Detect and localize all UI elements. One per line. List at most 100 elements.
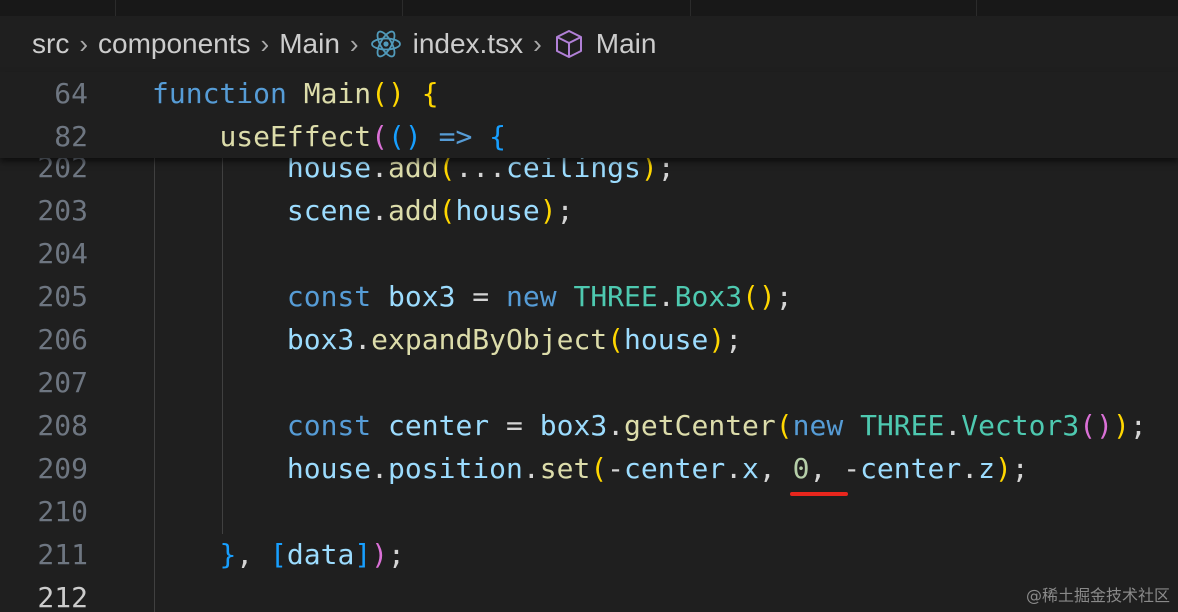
code-token: function <box>152 77 287 110</box>
tab-divider <box>402 0 403 16</box>
code-token: () <box>742 280 776 313</box>
tab-divider <box>976 0 977 16</box>
breadcrumb-item-file[interactable]: index.tsx <box>369 27 523 61</box>
breadcrumb-item-symbol[interactable]: Main <box>552 27 657 61</box>
code-token: , <box>758 452 793 485</box>
code-token: . <box>961 452 979 485</box>
line-number: 211 <box>37 538 88 571</box>
code-token: => <box>438 120 473 153</box>
code-text: house.position.set(-center.x, 0, -center… <box>152 447 1029 490</box>
line-number: 208 <box>37 409 88 442</box>
code-token: box3 <box>388 280 456 313</box>
code-token: , <box>236 538 271 571</box>
code-token: () <box>388 120 422 153</box>
code-text: function Main() { <box>152 72 439 115</box>
code-token: z <box>978 452 995 485</box>
code-token: ; <box>1129 409 1147 442</box>
breadcrumb-item-src[interactable]: src <box>32 28 69 60</box>
code-line[interactable]: 211 }, [data]); <box>0 533 1178 576</box>
line-number: 209 <box>37 452 88 485</box>
code-token: [ <box>270 538 287 571</box>
code-token: ; <box>1011 452 1029 485</box>
code-token: set <box>539 452 591 485</box>
code-token: position <box>388 452 523 485</box>
code-line[interactable]: 204 <box>0 232 1178 275</box>
cube-symbol-icon <box>552 27 586 61</box>
code-text: scene.add(house); <box>152 189 574 232</box>
chevron-right-icon: › <box>533 28 542 59</box>
line-number: 82 <box>54 120 88 153</box>
react-file-icon <box>369 27 403 61</box>
code-token: 0 <box>792 452 810 485</box>
code-token: . <box>522 452 540 485</box>
code-line[interactable]: 64 function Main() { <box>0 72 1178 115</box>
code-line[interactable]: 203 scene.add(house); <box>0 189 1178 232</box>
code-token: ) <box>539 194 557 227</box>
chevron-right-icon: › <box>79 28 88 59</box>
code-token: THREE <box>860 409 945 442</box>
code-token: . <box>725 452 743 485</box>
breadcrumb-item-components[interactable]: components <box>98 28 251 60</box>
code-token: ( <box>607 323 625 356</box>
code-token: ; <box>725 323 743 356</box>
code-token: center <box>624 452 726 485</box>
code-token: ( <box>590 452 608 485</box>
code-token: = <box>489 409 540 442</box>
code-token: new <box>506 280 557 313</box>
code-token: house <box>624 323 709 356</box>
code-token: . <box>371 194 389 227</box>
code-token: box3 <box>286 323 355 356</box>
code-token: const <box>286 409 372 442</box>
code-line[interactable]: 209 house.position.set(-center.x, 0, -ce… <box>0 447 1178 490</box>
code-token: new <box>792 409 844 442</box>
code-token: ( <box>371 120 389 153</box>
code-token: x <box>742 452 759 485</box>
code-token: expandByObject <box>371 323 608 356</box>
code-token: Vector3 <box>961 409 1080 442</box>
code-line[interactable]: 210 <box>0 490 1178 533</box>
code-token: () <box>1079 409 1113 442</box>
code-line[interactable]: 212 <box>0 576 1178 612</box>
editor-tab-strip <box>0 0 1178 16</box>
tab-divider <box>115 0 116 16</box>
code-token: ] <box>354 538 372 571</box>
code-line[interactable]: 206 box3.expandByObject(house); <box>0 318 1178 361</box>
code-token: useEffect <box>219 120 372 153</box>
code-token: { <box>489 120 507 153</box>
watermark: @稀土掘金技术社区 <box>1025 586 1170 605</box>
code-token: ) <box>708 323 726 356</box>
code-token: center <box>860 452 962 485</box>
code-token: . <box>944 409 962 442</box>
indent-guide <box>222 148 223 534</box>
code-token: { <box>421 77 439 110</box>
sticky-scroll-header[interactable]: 64 function Main() {82 useEffect(() => { <box>0 72 1178 158</box>
code-line[interactable]: 205 const box3 = new THREE.Box3(); <box>0 275 1178 318</box>
code-line[interactable]: 207 <box>0 361 1178 404</box>
code-token: ) <box>371 538 389 571</box>
indent-guide <box>154 148 155 612</box>
code-token: data <box>286 538 355 571</box>
code-token: . <box>657 280 675 313</box>
chevron-right-icon: › <box>349 28 359 59</box>
line-number: 206 <box>37 323 88 356</box>
code-token: ; <box>775 280 793 313</box>
chevron-right-icon: › <box>260 28 270 59</box>
code-token: box3 <box>539 409 608 442</box>
code-token: THREE <box>573 280 658 313</box>
code-token: () <box>371 77 405 110</box>
code-token: const <box>286 280 372 313</box>
line-number: 210 <box>37 495 88 528</box>
breadcrumb-symbol-label: Main <box>595 28 657 59</box>
code-editor[interactable]: 202 house.add(...ceilings); 203 scene.add… <box>0 148 1178 612</box>
code-line[interactable]: 208 const center = box3.getCenter(new TH… <box>0 404 1178 447</box>
code-token: . <box>371 452 389 485</box>
line-number: 212 <box>37 581 88 612</box>
breadcrumb-item-main-folder[interactable]: Main <box>279 28 340 60</box>
code-line[interactable]: 82 useEffect(() => { <box>0 115 1178 158</box>
code-token: ) <box>994 452 1012 485</box>
